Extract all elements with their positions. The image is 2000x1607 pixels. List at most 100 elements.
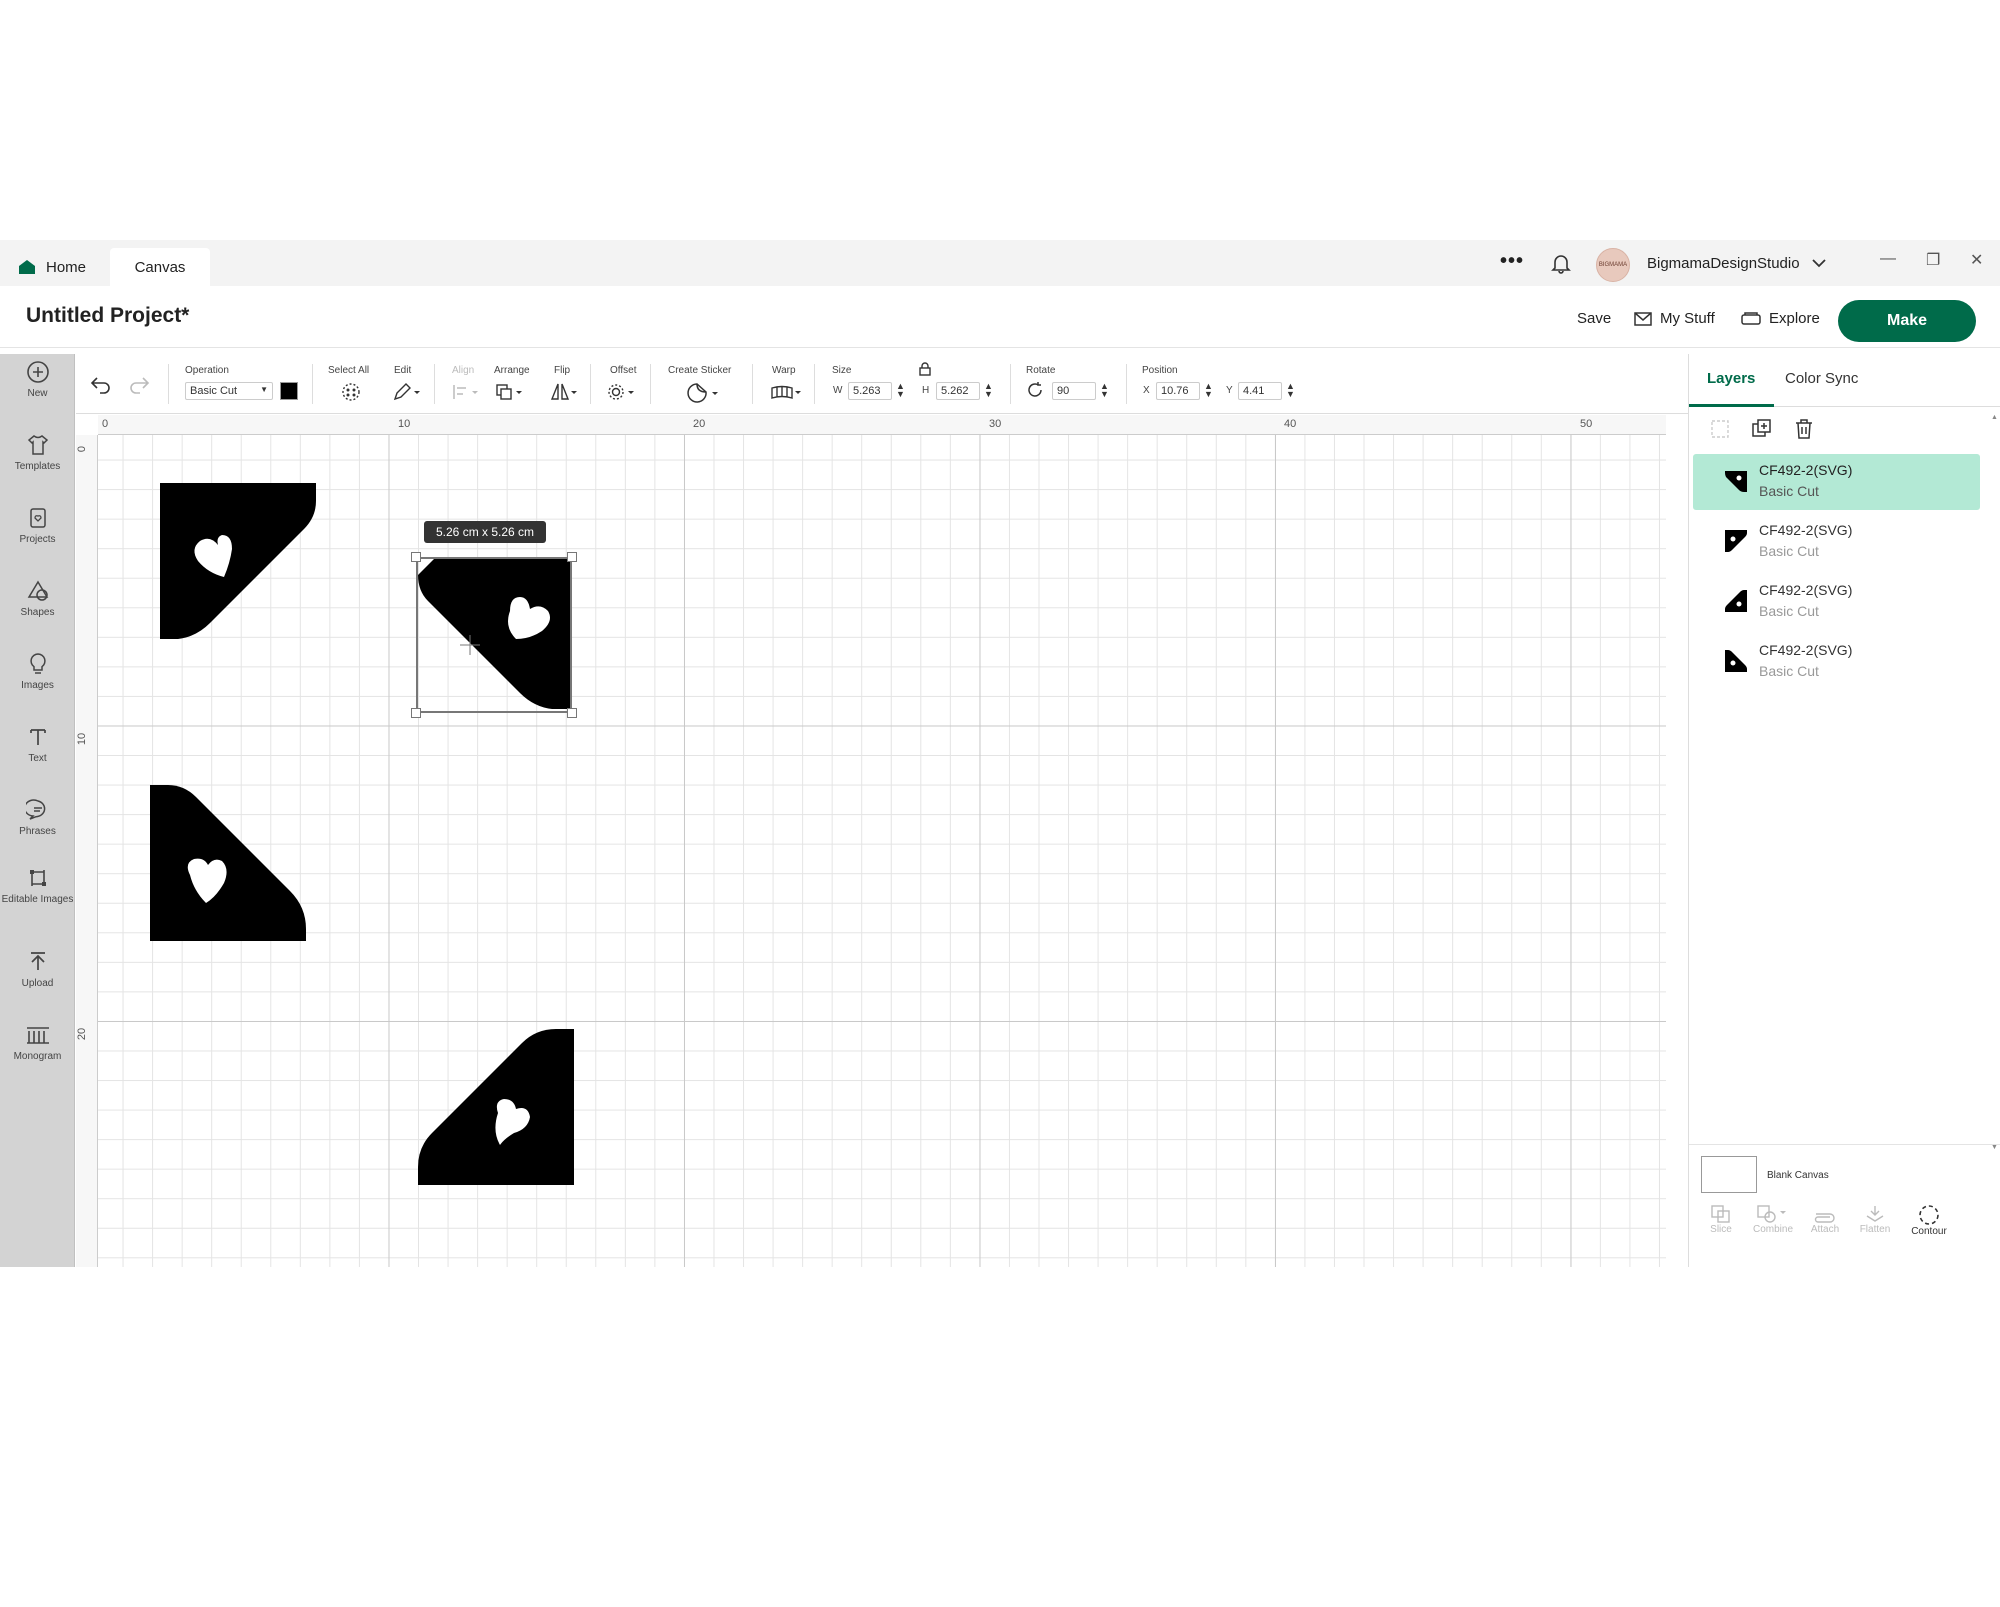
selection-box[interactable] — [416, 557, 572, 713]
canvas-grid[interactable] — [98, 435, 1666, 1267]
plus-circle-icon — [26, 361, 49, 383]
tab-home[interactable]: Home — [18, 248, 108, 286]
pencil-icon[interactable] — [392, 382, 422, 402]
sidebar-item-new[interactable]: New — [0, 360, 75, 400]
close-icon[interactable]: ✕ — [1970, 250, 1983, 270]
rotate-stepper[interactable]: ▲ ▼ — [1100, 382, 1109, 399]
duplicate-icon[interactable] — [1751, 418, 1773, 440]
resize-handle[interactable] — [411, 552, 421, 562]
combine-label: Combine — [1752, 1224, 1794, 1235]
save-button[interactable]: Save — [1577, 310, 1611, 327]
arrange-icon[interactable] — [494, 382, 526, 402]
avatar[interactable]: BIGMAMA — [1596, 248, 1630, 282]
y-label: Y — [1226, 385, 1233, 396]
width-input[interactable]: 5.263 — [848, 382, 892, 400]
undo-icon[interactable] — [90, 374, 112, 394]
layer-name: CF492-2(SVG) — [1759, 522, 1853, 538]
explore-button[interactable]: Explore — [1741, 310, 1820, 327]
align-label: Align — [452, 365, 475, 376]
warp-label: Warp — [772, 365, 796, 376]
group-icon[interactable] — [1709, 418, 1731, 440]
layers-panel: Layers Color Sync CF492-2(SVG) Basic Cut… — [1688, 354, 2000, 1267]
redo-icon[interactable] — [128, 374, 150, 394]
more-options-icon[interactable]: ••• — [1500, 250, 1524, 273]
attach-button[interactable]: Attach — [1797, 1204, 1853, 1235]
select-all-icon[interactable] — [340, 382, 362, 402]
chevron-down-icon[interactable] — [1810, 254, 1828, 272]
sidebar-item-label: Phrases — [19, 826, 56, 837]
color-swatch[interactable] — [280, 382, 298, 400]
layer-row[interactable]: CF492-2(SVG) Basic Cut — [1693, 454, 1980, 510]
contour-button[interactable]: Contour — [1901, 1204, 1957, 1237]
tab-layers[interactable]: Layers — [1707, 370, 1755, 387]
sidebar-item-editable-images[interactable]: Editable Images — [0, 866, 75, 906]
offset-icon[interactable] — [606, 382, 638, 402]
trash-icon[interactable] — [1793, 418, 1815, 440]
tab-canvas[interactable]: Canvas — [110, 248, 210, 286]
minimize-icon[interactable]: — — [1880, 250, 1896, 268]
ruler-tick-label: 30 — [989, 418, 1002, 430]
flatten-button[interactable]: Flatten — [1847, 1204, 1903, 1235]
layer-operation: Basic Cut — [1759, 603, 1819, 619]
ruler-tick-label: 20 — [76, 1027, 89, 1041]
sidebar-item-text[interactable]: Text — [0, 725, 75, 765]
layer-row[interactable]: CF492-2(SVG) Basic Cut — [1693, 574, 1980, 630]
sidebar-item-label: Shapes — [20, 607, 55, 618]
corner-shape-1[interactable] — [160, 483, 320, 643]
tab-color-sync[interactable]: Color Sync — [1785, 370, 1858, 387]
combine-icon — [1757, 1205, 1786, 1223]
align-icon[interactable] — [452, 382, 482, 402]
height-input[interactable]: 5.262 — [936, 382, 980, 400]
lock-icon[interactable] — [918, 362, 932, 376]
height-label: H — [922, 385, 930, 396]
restore-icon[interactable]: ❐ — [1926, 250, 1940, 270]
sidebar-item-shapes[interactable]: Shapes — [0, 579, 75, 619]
bell-icon[interactable] — [1550, 252, 1572, 274]
sidebar-item-upload[interactable]: Upload — [0, 950, 75, 990]
sidebar-item-label: Templates — [14, 461, 61, 472]
my-stuff-button[interactable]: My Stuff — [1634, 310, 1715, 327]
design-canvas[interactable]: 0 10 20 30 40 50 0 10 20 5.26 cm x 5.26 — [76, 415, 1666, 1267]
corner-shape-4[interactable] — [418, 1029, 578, 1189]
height-stepper[interactable]: ▲ ▼ — [984, 382, 993, 399]
layers-scrollbar[interactable]: ▲ ▼ — [1991, 414, 1999, 1154]
corner-shape-3[interactable] — [150, 785, 310, 945]
warp-icon[interactable] — [770, 382, 804, 402]
page-title[interactable]: Untitled Project* — [26, 304, 189, 328]
sidebar-item-projects[interactable]: Projects — [0, 506, 75, 546]
y-position-input[interactable]: 4.41 — [1238, 382, 1282, 400]
layer-row[interactable]: CF492-2(SVG) Basic Cut — [1693, 634, 1980, 690]
layer-row[interactable]: CF492-2(SVG) Basic Cut — [1693, 514, 1980, 570]
resize-handle[interactable] — [567, 552, 577, 562]
upload-icon — [30, 952, 45, 970]
combine-button[interactable]: Combine — [1745, 1204, 1801, 1235]
rotate-value: 90 — [1057, 385, 1070, 397]
operation-value: Basic Cut — [190, 385, 238, 397]
rotate-icon[interactable] — [1026, 381, 1044, 399]
sidebar-item-templates[interactable]: Templates — [0, 433, 75, 473]
ruler-tick-label: 0 — [102, 418, 109, 430]
operation-select[interactable]: Basic Cut ▼ — [185, 382, 273, 400]
y-position-stepper[interactable]: ▲ ▼ — [1286, 382, 1295, 399]
layer-operation: Basic Cut — [1759, 543, 1819, 559]
sidebar-item-monogram[interactable]: Monogram — [0, 1023, 75, 1063]
layer-thumbnail — [1725, 530, 1747, 552]
make-button[interactable]: Make — [1838, 300, 1976, 342]
width-stepper[interactable]: ▲ ▼ — [896, 382, 905, 399]
sidebar-item-images[interactable]: Images — [0, 652, 75, 692]
operation-label: Operation — [185, 365, 229, 376]
flip-icon[interactable] — [548, 382, 580, 402]
blank-canvas-swatch[interactable] — [1701, 1156, 1757, 1193]
slice-button[interactable]: Slice — [1693, 1204, 1749, 1235]
x-position-stepper[interactable]: ▲ ▼ — [1204, 382, 1213, 399]
sticker-icon[interactable] — [686, 382, 722, 404]
x-position-input[interactable]: 10.76 — [1156, 382, 1200, 400]
resize-handle[interactable] — [411, 708, 421, 718]
text-icon — [29, 729, 46, 745]
account-name[interactable]: BigmamaDesignStudio — [1647, 255, 1800, 272]
sidebar-item-label: Editable Images — [1, 894, 74, 905]
rotate-input[interactable]: 90 — [1052, 382, 1096, 400]
window-tab-bar: Home Canvas ••• BIGMAMA BigmamaDesignStu… — [0, 240, 2000, 286]
sidebar-item-phrases[interactable]: Phrases — [0, 798, 75, 838]
resize-handle[interactable] — [567, 708, 577, 718]
